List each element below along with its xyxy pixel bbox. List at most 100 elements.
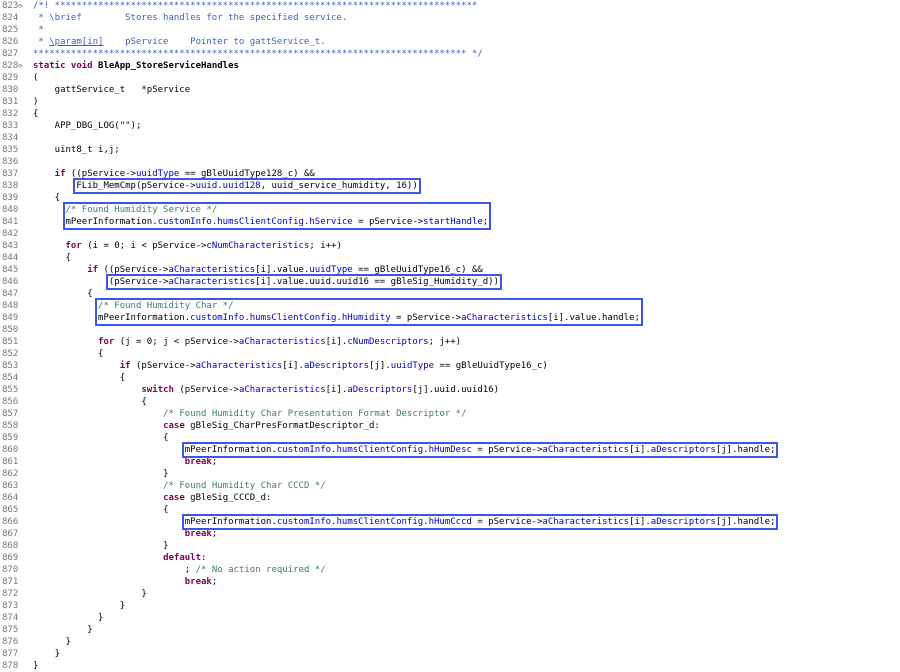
code-line-836[interactable]: 836	[0, 156, 900, 168]
code-line-870[interactable]: 870; /* No action required */	[0, 564, 900, 576]
code-token: cNumCharacteristics	[206, 241, 310, 251]
code-line-838[interactable]: 838 FLib_MemCmp(pService->uuid.uuid128, u…	[0, 180, 900, 192]
code-line-860[interactable]: 860 mPeerInformation.customInfo.humsClien…	[0, 444, 900, 456]
code-line-877[interactable]: 877}	[0, 648, 900, 660]
code-line-833[interactable]: 833 APP_DBG_LOG("");	[0, 120, 900, 132]
code-line-849[interactable]: 849 mPeerInformation.customInfo.humsClien…	[0, 312, 900, 324]
line-number: 835	[2, 145, 19, 155]
code-token: aCharacteristics	[542, 445, 630, 455]
code-line-839[interactable]: 839 {	[0, 192, 900, 204]
code-line-872[interactable]: 872}	[0, 588, 900, 600]
code-line-855[interactable]: 855 switch (pService->aCharacteristics[i]…	[0, 384, 900, 396]
code-editor[interactable]: 823 ⊖/*! ********************************…	[0, 0, 900, 672]
code-token: /* No action required */	[195, 565, 326, 575]
code-line-823[interactable]: 823 ⊖ /*! ********************************…	[0, 0, 900, 12]
code-line-867[interactable]: 867 break;	[0, 528, 900, 540]
code-token: :	[201, 553, 207, 563]
fold-toggle-icon[interactable]: ⊖	[18, 0, 22, 12]
code-line-831[interactable]: 831)	[0, 96, 900, 108]
code-line-878[interactable]: 878}	[0, 660, 900, 672]
code-token: aDescriptors	[347, 385, 413, 395]
line-number: 855	[2, 385, 19, 395]
code-line-832[interactable]: 832 {	[0, 108, 900, 120]
code-line-840[interactable]: 840 /* Found Humidity Service */	[0, 204, 900, 216]
code-line-866[interactable]: 866 mPeerInformation.customInfo.humsClien…	[0, 516, 900, 528]
code-line-827[interactable]: 827 *************************************…	[0, 48, 900, 60]
code-token: [i].value.handle;	[547, 313, 640, 323]
code-line-826[interactable]: 826 * \param[in] pService Pointer to gat…	[0, 36, 900, 48]
code-line-824[interactable]: 824 * \brief Stores handles for the spec…	[0, 12, 900, 24]
code-line-857[interactable]: 857 /* Found Humidity Char Presentation F…	[0, 408, 900, 420]
code-line-842[interactable]: 842	[0, 228, 900, 240]
code-token: = pService->	[471, 445, 543, 455]
code-line-863[interactable]: 863 /* Found Humidity Char CCCD */	[0, 480, 900, 492]
code-line-854[interactable]: 854 {	[0, 372, 900, 384]
code-text: if ((pService->uuidType == gBleUuidType1…	[55, 168, 315, 180]
code-token: [i].	[325, 385, 348, 395]
code-line-874[interactable]: 874}	[0, 612, 900, 624]
code-line-845[interactable]: 845 if ((pService->aCharacteristics[i].va…	[0, 264, 900, 276]
line-number: 830	[2, 85, 19, 95]
code-line-875[interactable]: 875}	[0, 624, 900, 636]
code-token: }	[163, 541, 169, 551]
code-token: [i].	[629, 445, 651, 455]
code-line-850[interactable]: 850	[0, 324, 900, 336]
code-line-828[interactable]: 828 ⊖ static void BleApp_StoreServiceHandl…	[0, 60, 900, 72]
code-line-871[interactable]: 871 break;	[0, 576, 900, 588]
code-token: aCharacteristics	[542, 517, 630, 527]
code-line-859[interactable]: 859 {	[0, 432, 900, 444]
code-line-841[interactable]: 841 mPeerInformation.customInfo.humsClien…	[0, 216, 900, 228]
code-line-848[interactable]: 848 /* Found Humidity Char */	[0, 300, 900, 312]
code-line-856[interactable]: 856 {	[0, 396, 900, 408]
code-line-843[interactable]: 843 for (i = 0; i < pService->cNumCharact…	[0, 240, 900, 252]
code-token: {	[119, 373, 126, 383]
code-token: gBleSig_CCCD_d:	[184, 493, 272, 503]
code-token: [i].	[282, 361, 304, 371]
line-number: 854	[2, 373, 19, 383]
line-number: 877	[2, 649, 19, 659]
code-token: {	[54, 193, 61, 203]
code-token: ;	[184, 565, 196, 575]
line-number: 828	[2, 61, 19, 71]
fold-toggle-icon[interactable]: ⊖	[18, 60, 22, 72]
code-token: customInfo.humsClientConfig.hService	[157, 217, 353, 227]
code-line-868[interactable]: 868}	[0, 540, 900, 552]
code-line-861[interactable]: 861 break;	[0, 456, 900, 468]
code-line-851[interactable]: 851 for (j = 0; j < pService->aCharacteri…	[0, 336, 900, 348]
code-line-852[interactable]: 852 {	[0, 348, 900, 360]
code-line-864[interactable]: 864 case gBleSig_CCCD_d:	[0, 492, 900, 504]
code-token: static void	[33, 61, 99, 71]
code-line-865[interactable]: 865 {	[0, 504, 900, 516]
code-line-876[interactable]: 876}	[0, 636, 900, 648]
code-line-847[interactable]: 847 {	[0, 288, 900, 300]
code-line-846[interactable]: 846 (pService->aCharacteristics[i].value.…	[0, 276, 900, 288]
code-text: FLib_MemCmp(pService->uuid.uuid128, uuid…	[76, 180, 417, 192]
code-token: default	[163, 553, 202, 563]
line-number: 863	[2, 481, 19, 491]
code-text: }	[120, 600, 125, 612]
code-line-869[interactable]: 869 default:	[0, 552, 900, 564]
code-token: customInfo.humsClientConfig.hHumDesc	[276, 445, 472, 455]
line-number: 827	[2, 49, 19, 59]
code-line-853[interactable]: 853 if (pService->aCharacteristics[i].aDe…	[0, 360, 900, 372]
code-token: mPeerInformation.	[98, 313, 191, 323]
line-number: 867	[2, 529, 19, 539]
code-line-834[interactable]: 834	[0, 132, 900, 144]
code-line-825[interactable]: 825 *	[0, 24, 900, 36]
code-line-835[interactable]: 835 uint8_t i,j;	[0, 144, 900, 156]
code-line-844[interactable]: 844 {	[0, 252, 900, 264]
code-line-830[interactable]: 830 gattService_t *pService	[0, 84, 900, 96]
code-line-829[interactable]: 829 (	[0, 72, 900, 84]
line-number: 865	[2, 505, 19, 515]
code-token: )	[33, 97, 39, 107]
code-token: [i].	[325, 337, 348, 347]
code-token: ((pService->	[98, 265, 169, 275]
code-line-837[interactable]: 837 if ((pService->uuidType == gBleUuidTy…	[0, 168, 900, 180]
line-number: 833	[2, 121, 19, 131]
code-token: aCharacteristics	[195, 361, 283, 371]
code-line-858[interactable]: 858 case gBleSig_CharPresFormatDescriptor…	[0, 420, 900, 432]
code-line-862[interactable]: 862}	[0, 468, 900, 480]
code-text: case gBleSig_CCCD_d:	[163, 492, 271, 504]
code-line-873[interactable]: 873}	[0, 600, 900, 612]
code-text: }	[55, 648, 60, 660]
